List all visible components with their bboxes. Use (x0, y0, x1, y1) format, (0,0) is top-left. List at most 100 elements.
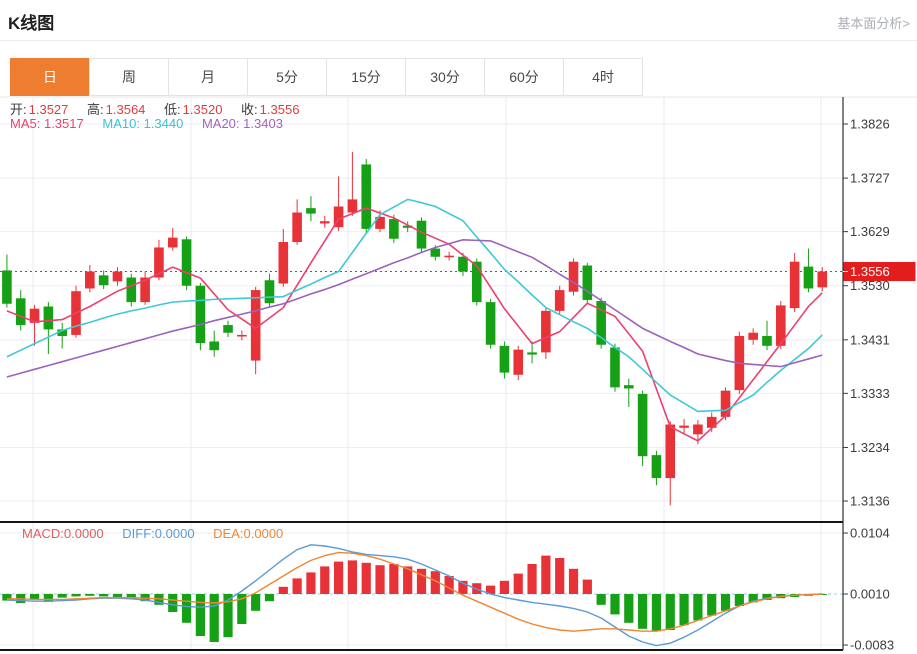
candle-up (348, 199, 358, 212)
macd-bar-up (362, 563, 371, 594)
macd-bar-up (445, 576, 454, 594)
ma-legend: MA5: 1.3517 MA10: 1.3440 MA20: 1.3403 (10, 116, 298, 131)
current-price-label: 1.3556 (850, 264, 890, 279)
candle-up (320, 221, 330, 223)
macd-bar-down (251, 594, 260, 611)
price-axis-label: 1.3136 (850, 494, 890, 509)
macd-bar-down (679, 594, 688, 625)
candle-down (44, 306, 54, 329)
macd-bar-up (500, 581, 509, 594)
candle-down (361, 164, 371, 228)
candle-up (665, 425, 675, 479)
ma5-line (7, 208, 822, 441)
candle-down (265, 280, 275, 303)
candle-down (417, 221, 427, 249)
macd-bar-down (99, 594, 108, 596)
macd-bar-down (597, 594, 606, 605)
candle-up (237, 335, 247, 337)
candle-up (292, 213, 302, 243)
macd-axis-label: 0.0104 (850, 526, 890, 541)
kline-widget: K线图 基本面分析> 日周月5分15分30分60分4时 1.38261.3727… (0, 0, 917, 654)
candle-up (721, 391, 731, 417)
macd-bar-down (721, 594, 730, 611)
candle-up (790, 262, 800, 308)
candle-down (223, 325, 233, 333)
macd-bar-down (707, 594, 716, 616)
low-value: 1.3520 (183, 102, 223, 117)
macd-bar-up (279, 587, 288, 594)
diff-label: DIFF: (122, 526, 155, 541)
candle-down (624, 385, 634, 388)
macd-bar-up (306, 572, 315, 594)
macd-value: 0.0000 (64, 526, 104, 541)
candle-up (679, 426, 689, 428)
price-axis-label: 1.3234 (850, 440, 890, 455)
candle-down (458, 257, 468, 272)
ma20-value: 1.3403 (243, 116, 283, 131)
macd-bar-up (527, 564, 536, 594)
macd-bar-down (652, 594, 661, 631)
candle-up (444, 256, 454, 258)
dea-value: 0.0000 (244, 526, 284, 541)
macd-bar-up (334, 562, 343, 594)
price-axis-label: 1.3431 (850, 332, 890, 347)
macd-bar-up (417, 569, 426, 594)
close-label: 收: (241, 102, 258, 117)
candle-down (182, 239, 192, 285)
macd-axis-label: 0.0010 (850, 587, 890, 602)
high-label: 高: (87, 102, 104, 117)
candle-up (279, 242, 289, 284)
price-axis-label: 1.3333 (850, 386, 890, 401)
candle-down (99, 275, 109, 285)
candle-down (652, 455, 662, 478)
macd-bar-up (555, 558, 564, 594)
macd-bar-up (320, 566, 329, 594)
candles-layer (2, 152, 827, 506)
candle-down (16, 298, 26, 325)
dea-label: DEA: (213, 526, 243, 541)
candle-down (610, 347, 620, 387)
candle-down (431, 249, 441, 257)
price-axis-label: 1.3629 (850, 224, 890, 239)
candle-up (513, 350, 523, 375)
macd-bar-up (583, 580, 592, 594)
price-axis-label: 1.3727 (850, 171, 890, 186)
candle-down (389, 219, 399, 239)
macd-label: MACD: (22, 526, 64, 541)
candle-up (555, 290, 565, 311)
open-value: 1.3527 (29, 102, 69, 117)
candle-up (113, 272, 123, 282)
candle-down (2, 270, 12, 303)
macd-bar-down (113, 594, 122, 597)
candle-down (306, 208, 316, 213)
candle-up (748, 333, 758, 340)
macd-bar-up (389, 564, 398, 594)
macd-bar-down (196, 594, 205, 636)
close-value: 1.3556 (260, 102, 300, 117)
candle-down (527, 352, 537, 354)
candle-up (817, 272, 827, 288)
candle-up (693, 425, 703, 435)
macd-bar-down (71, 594, 80, 596)
price-axis-label: 1.3826 (850, 117, 890, 132)
ma20-line (7, 240, 822, 377)
macd-bar-up (514, 574, 523, 594)
macd-bar-down (638, 594, 647, 629)
low-label: 低: (164, 102, 181, 117)
macd-bar-down (666, 594, 675, 630)
macd-bar-down (210, 594, 219, 642)
candle-down (486, 302, 496, 345)
macd-bar-up (569, 569, 578, 594)
candle-up (85, 272, 95, 289)
ma10-label: MA10: (102, 116, 140, 131)
candle-down (638, 394, 648, 456)
candle-down (804, 267, 814, 289)
macd-legend: MACD:0.0000 DIFF:0.0000 DEA:0.0000 (22, 526, 298, 541)
diff-value: 0.0000 (155, 526, 195, 541)
ma20-label: MA20: (202, 116, 240, 131)
high-value: 1.3564 (106, 102, 146, 117)
macd-bar-down (610, 594, 619, 614)
ma5-value: 1.3517 (44, 116, 84, 131)
candle-up (168, 238, 178, 248)
candle-down (472, 262, 482, 302)
